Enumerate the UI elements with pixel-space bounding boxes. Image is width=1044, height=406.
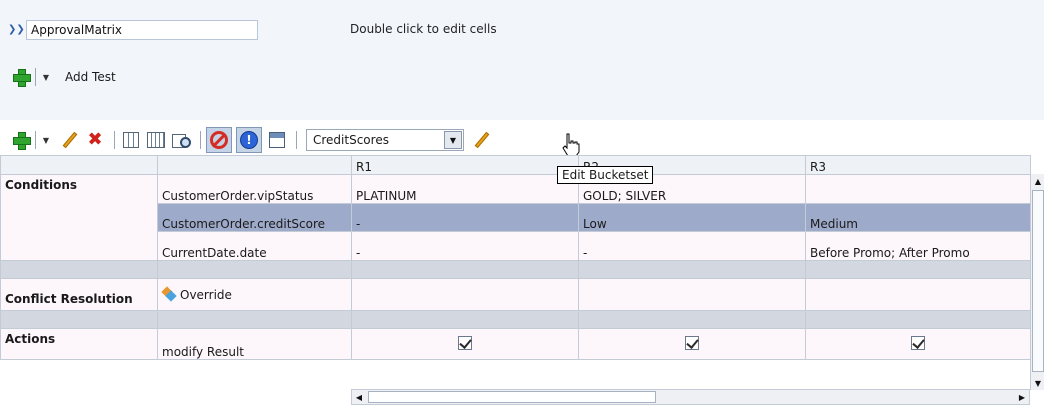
cell-date-r3[interactable]: Before Promo; After Promo [805,231,1031,261]
action-label-modify[interactable]: modify Result [157,328,352,360]
merge-columns-icon[interactable] [120,129,142,151]
column-header-r1[interactable]: R1 [351,155,579,175]
edit-hint: Double click to edit cells [350,22,497,36]
vertical-scroll-thumb[interactable] [1032,190,1044,372]
table-row: Actions modify Result [0,328,1031,360]
override-icon [162,287,176,301]
toolbar-separator [200,131,201,149]
validation-toggle-icon[interactable]: ! [236,127,262,153]
add-plus-icon[interactable] [12,68,31,87]
separator-row [0,310,1031,329]
action-cell-r2[interactable] [578,328,806,360]
conflict-cell-r1[interactable] [351,278,579,311]
action-cell-r1[interactable] [351,328,579,360]
table-row: Conditions CustomerOrder.vipStatus PLATI… [0,174,1031,261]
vertical-scrollbar[interactable]: ▲ ▼ [1030,174,1044,390]
action-cell-r3[interactable] [805,328,1031,360]
find-gaps-icon[interactable] [170,129,192,151]
cell-credit-r1[interactable]: - [351,203,579,232]
edit-bucketset-tooltip: Edit Bucketset [557,166,654,184]
scroll-down-arrow-icon[interactable]: ▼ [1031,376,1044,390]
split-columns-icon[interactable] [145,129,167,151]
toolbar-separator [35,131,36,149]
cell-vip-r3[interactable] [805,174,1031,204]
checkbox-checked-icon[interactable] [685,335,699,350]
edit-bucketset-pencil-icon[interactable] [470,128,494,152]
conflict-cell-r3[interactable] [805,278,1031,311]
ruleset-name-input[interactable] [26,20,258,40]
separator-row [0,260,1031,279]
dropdown-caret-icon[interactable]: ▼ [41,68,51,86]
add-dropdown-caret-icon[interactable]: ▼ [41,131,51,149]
select-arrow-icon[interactable]: ▼ [444,131,462,149]
override-label: Override [180,288,232,302]
section-actions: Actions [0,328,158,360]
scroll-up-arrow-icon[interactable]: ▲ [1031,174,1044,188]
horizontal-scroll-thumb[interactable] [368,391,656,403]
column-header-r3[interactable]: R3 [805,155,1031,175]
scroll-left-arrow-icon[interactable]: ◀ [352,390,366,404]
edit-pencil-icon[interactable] [59,129,81,151]
cell-vip-r1[interactable]: PLATINUM [351,174,579,204]
bucketset-select[interactable]: CreditScores ▼ [306,129,464,151]
checkbox-checked-icon[interactable] [911,335,925,350]
header-row: R1 R2 R3 [0,155,1031,175]
calendar-icon[interactable] [266,129,288,151]
corner-cell [157,155,352,175]
add-test-toolbar: ▼ Add Test [12,66,116,88]
cell-date-r2[interactable]: - [578,231,806,261]
bucketset-select-value: CreditScores [313,133,389,147]
condition-label-credit[interactable]: CustomerOrder.creditScore [157,203,352,232]
toolbar-separator [35,68,36,86]
add-rule-icon[interactable] [12,131,31,150]
scroll-right-arrow-icon[interactable]: ▶ [1015,390,1029,404]
condition-label-vip[interactable]: CustomerOrder.vipStatus [157,174,352,204]
section-conflict: Conflict Resolution [0,278,158,311]
name-row: ❯❯ [8,20,258,40]
cell-credit-r2[interactable]: Low [578,203,806,232]
horizontal-scrollbar[interactable]: ◀ ▶ [351,389,1030,405]
table-row: Conflict Resolution Override [0,278,1031,311]
toolbar-separator [114,131,115,149]
toolbar-separator [296,131,297,149]
corner-cell [0,155,158,175]
table-toolbar: ▼ ✖ ! CreditScores ▼ [12,126,494,154]
add-test-label[interactable]: Add Test [65,70,116,84]
cell-credit-r3[interactable]: Medium [805,203,1031,232]
conflict-cell-r2[interactable] [578,278,806,311]
delete-x-icon[interactable]: ✖ [84,129,106,151]
decision-table: R1 R2 R3 Conditions CustomerOrder.vipSta… [0,155,1044,406]
section-conditions: Conditions [0,174,158,261]
condition-label-date[interactable]: CurrentDate.date [157,231,352,261]
collapse-chevron-icon[interactable]: ❯❯ [8,23,25,37]
cell-date-r1[interactable]: - [351,231,579,261]
override-cell[interactable]: Override [157,278,352,311]
checkbox-checked-icon[interactable] [458,335,472,350]
editor-header: ❯❯ Double click to edit cells ▼ Add Test [0,0,1044,120]
conflict-toggle-icon[interactable] [206,127,232,153]
